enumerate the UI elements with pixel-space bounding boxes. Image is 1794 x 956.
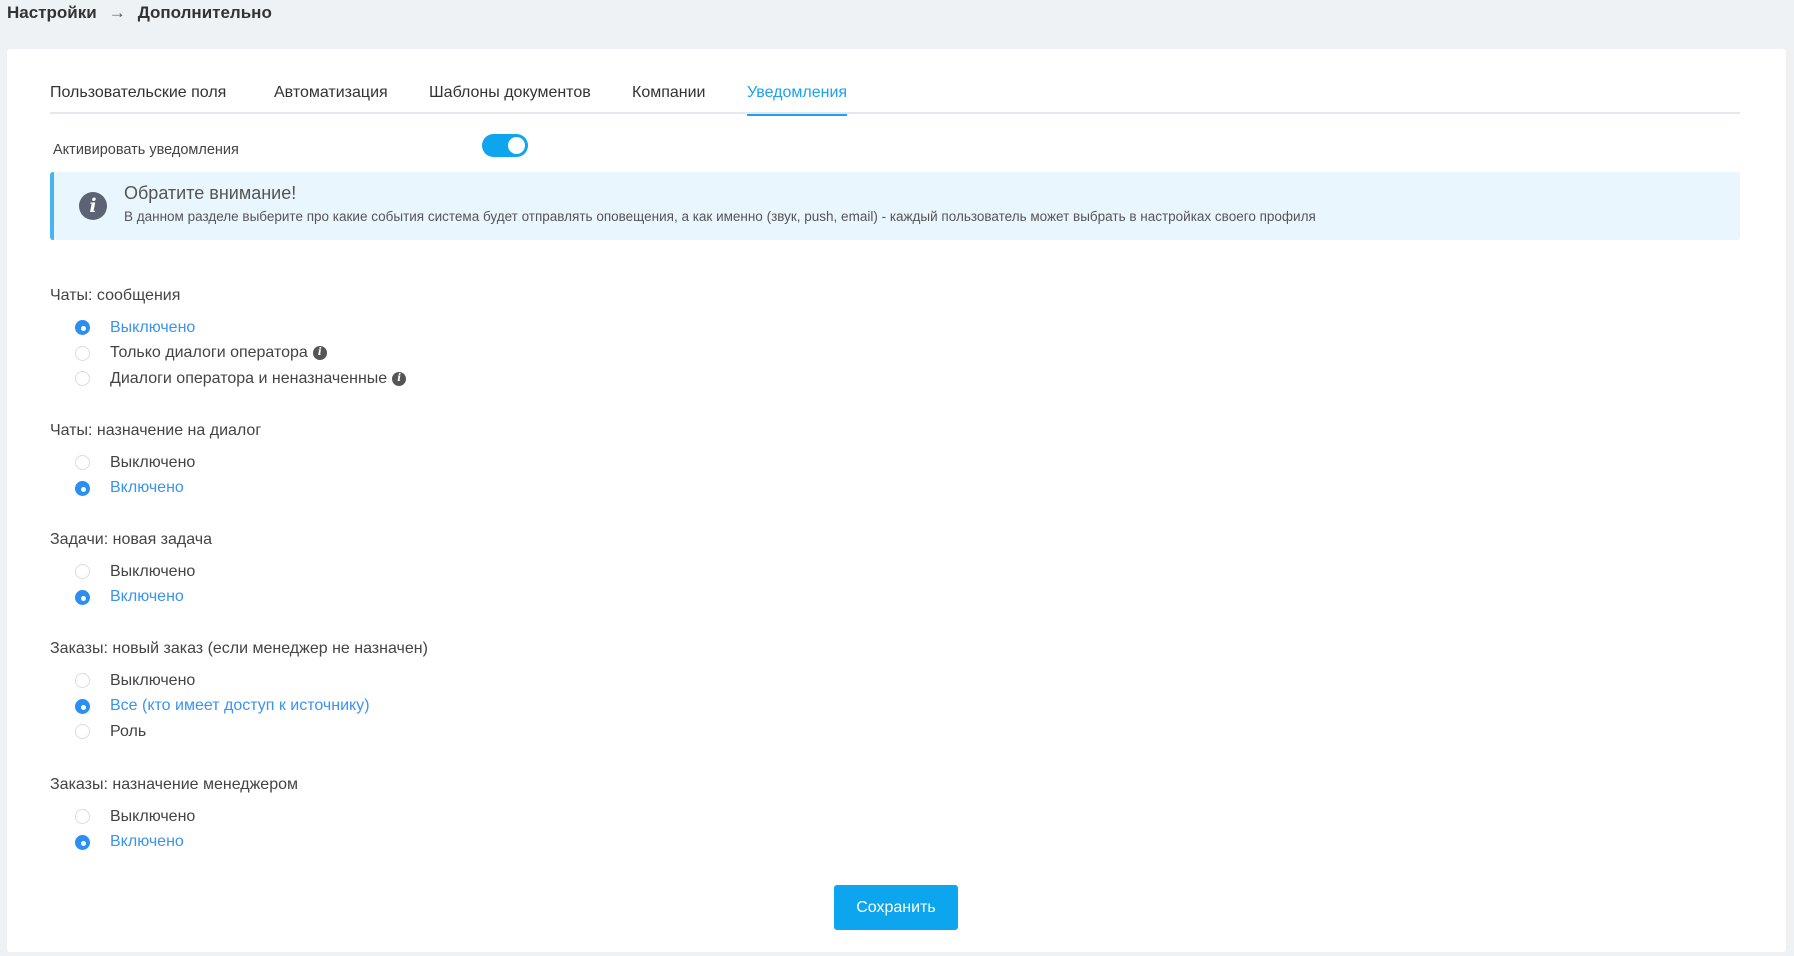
radio-button[interactable] [75, 320, 90, 336]
section-title: Заказы: новый заказ (если менеджер не на… [50, 640, 428, 657]
arrow-right-icon: → [108, 3, 126, 22]
radio-label: Выключено [110, 453, 196, 471]
save-button[interactable]: Сохранить [834, 885, 958, 930]
info-icon[interactable]: i [312, 346, 327, 361]
radio-button[interactable] [75, 673, 90, 689]
alert-title: Обратите внимание! [124, 183, 297, 203]
activate-notifications-toggle[interactable] [482, 134, 528, 157]
radio-button[interactable] [75, 698, 90, 714]
tab-notifications[interactable]: Уведомления [747, 84, 848, 116]
notification-section: Заказы: назначение менеджером Выключено Вк… [50, 776, 298, 855]
radio-option[interactable]: Включено [50, 476, 261, 502]
breadcrumb-root[interactable]: Настройки [7, 3, 97, 23]
radio-button[interactable] [75, 480, 90, 496]
radio-option[interactable]: Включено [50, 585, 212, 611]
radio-option[interactable]: Выключено [50, 450, 261, 476]
radio-button[interactable] [75, 809, 90, 825]
notification-section: Чаты: назначение на диалог Выключено Включ… [50, 422, 261, 501]
radio-option[interactable]: Роль [50, 719, 428, 745]
section-title: Чаты: сообщения [50, 287, 181, 304]
radio-option[interactable]: Выключено [50, 559, 212, 585]
radio-label: Все (кто имеет доступ к источнику) [110, 697, 370, 715]
info-icon[interactable]: i [392, 371, 407, 386]
notification-section: Задачи: новая задача Выключено Включено [50, 531, 212, 610]
radio-label: Включено [110, 479, 184, 497]
radio-option[interactable]: Включено [50, 830, 298, 856]
radio-label: Выключено [110, 562, 196, 580]
info-icon: i [79, 192, 107, 220]
tab-companies[interactable]: Компании [632, 84, 706, 114]
section-title: Чаты: назначение на диалог [50, 422, 262, 439]
radio-option[interactable]: Только диалоги оператора i [50, 341, 406, 367]
radio-label: Выключено [110, 807, 196, 825]
breadcrumb-current: Дополнительно [137, 3, 272, 22]
radio-option[interactable]: Все (кто имеет доступ к источнику) [50, 694, 428, 720]
radio-button[interactable] [75, 455, 90, 471]
breadcrumb: Настройки → Дополнительно [7, 3, 272, 23]
tab-automation[interactable]: Автоматизация [274, 84, 388, 114]
radio-option[interactable]: Выключено [50, 668, 428, 694]
radio-button[interactable] [75, 724, 90, 740]
radio-label: Роль [110, 722, 147, 740]
radio-label: Выключено [110, 671, 196, 689]
notification-section: Чаты: сообщения Выключено Только диалоги о… [50, 287, 407, 392]
radio-option[interactable]: Диалоги оператора и неназначенные i [50, 366, 407, 392]
radio-option[interactable]: Выключено [50, 315, 406, 341]
radio-button[interactable] [75, 564, 90, 580]
alert-text: В данном разделе выберите про какие собы… [124, 209, 1316, 224]
settings-card: Пользовательские поля Автоматизация Шабл… [7, 49, 1786, 952]
section-title: Заказы: назначение менеджером [50, 776, 298, 793]
radio-button[interactable] [75, 345, 90, 361]
radio-button[interactable] [75, 371, 90, 387]
radio-button[interactable] [75, 589, 90, 605]
radio-button[interactable] [75, 834, 90, 850]
radio-label: Диалоги оператора и неназначенные [110, 369, 388, 387]
tab-custom-fields[interactable]: Пользовательские поля [50, 84, 226, 114]
tab-document-templates[interactable]: Шаблоны документов [429, 84, 591, 114]
section-title: Задачи: новая задача [50, 531, 213, 548]
info-alert: i Обратите внимание! В данном разделе вы… [50, 172, 1740, 240]
radio-label: Включено [110, 833, 184, 851]
radio-option[interactable]: Выключено [50, 804, 298, 830]
radio-label: Выключено [110, 318, 196, 336]
toggle-label: Активировать уведомления [53, 142, 239, 158]
radio-label: Только диалоги оператора [110, 344, 308, 362]
radio-label: Включено [110, 588, 184, 606]
tab-bar: Пользовательские поля Автоматизация Шабл… [50, 81, 1740, 116]
notification-section: Заказы: новый заказ (если менеджер не на… [50, 640, 428, 745]
